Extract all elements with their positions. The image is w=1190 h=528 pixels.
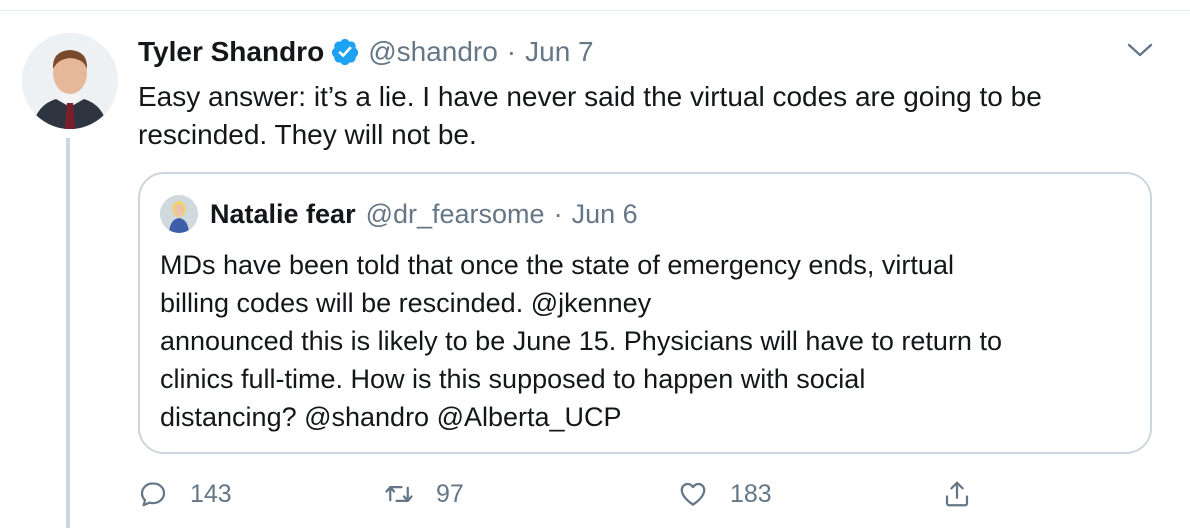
tweet-text: Easy answer: it’s a lie. I have never sa… (138, 78, 1158, 154)
quoted-author-name[interactable]: Natalie fear (210, 199, 356, 230)
retweet-button[interactable]: 97 (384, 474, 464, 514)
quoted-author-handle[interactable]: @dr_fearsome (366, 199, 545, 230)
author-avatar[interactable] (22, 33, 118, 129)
retweet-icon (385, 486, 413, 502)
quoted-header-separator: · (553, 198, 563, 229)
quoted-text-line: clinics full-time. How is this supposed … (160, 364, 866, 394)
quoted-text-line: billing codes will be rescinded. @jkenne… (160, 288, 652, 318)
verified-badge-icon (332, 38, 359, 66)
quoted-tweet-text: MDs have been told that once the state o… (160, 246, 1140, 436)
top-divider (0, 10, 1190, 11)
tweet-date[interactable]: Jun 7 (525, 36, 594, 68)
share-button[interactable] (942, 474, 994, 514)
tweet-text-line: rescinded. They will not be. (138, 119, 477, 150)
quoted-text-line: distancing? @shandro @Alberta_UCP (160, 402, 622, 432)
quoted-text-line: announced this is likely to be June 15. … (160, 326, 1002, 356)
chevron-down-icon[interactable] (1126, 40, 1154, 60)
reply-icon (140, 482, 166, 507)
author-handle[interactable]: @shandro (368, 36, 498, 68)
quoted-author-avatar[interactable] (160, 195, 198, 233)
header-separator: · (506, 36, 517, 67)
tweet-text-line: Easy answer: it’s a lie. I have never sa… (138, 81, 1042, 112)
reply-button[interactable]: 143 (138, 474, 232, 514)
share-icon (945, 481, 969, 507)
like-count: 183 (730, 479, 772, 508)
reply-count: 143 (190, 479, 232, 508)
quoted-tweet-card[interactable]: Natalie fear @dr_fearsome · Jun 6 MDs ha… (138, 172, 1152, 454)
retweet-count: 97 (436, 479, 464, 508)
author-name[interactable]: Tyler Shandro (138, 36, 324, 68)
thread-line (66, 138, 70, 528)
tweet-header: Tyler Shandro @shandro · Jun 7 (138, 30, 594, 74)
quoted-tweet-date[interactable]: Jun 6 (572, 199, 638, 230)
quoted-tweet-header: Natalie fear @dr_fearsome · Jun 6 (160, 194, 638, 234)
quoted-text-line: MDs have been told that once the state o… (160, 250, 954, 280)
tweet-actions: 143 97 183 (138, 474, 1158, 514)
like-button[interactable]: 183 (678, 474, 772, 514)
like-icon (680, 482, 706, 506)
